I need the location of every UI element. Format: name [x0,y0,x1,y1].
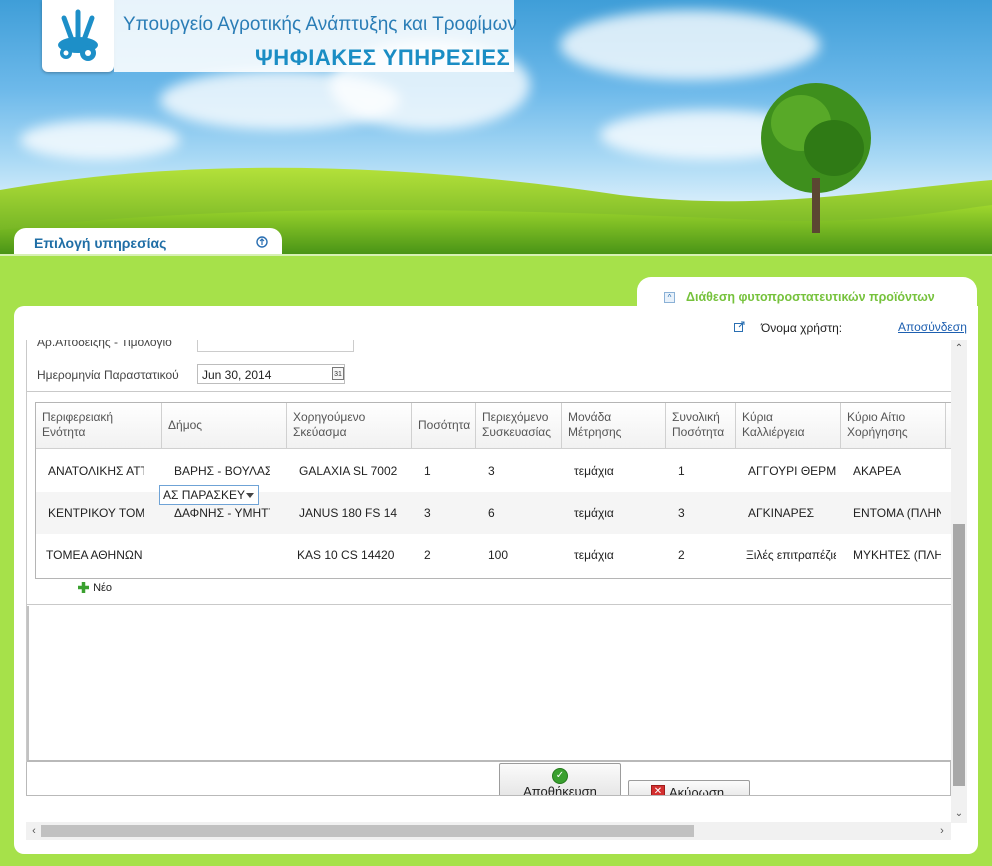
table-cell[interactable]: 6 [476,492,556,534]
calendar-icon[interactable]: 31 [332,367,344,380]
table-cell[interactable]: 1 [666,450,732,492]
grid-header[interactable]: Μονάδα Μέτρησης [562,403,666,449]
separator [27,604,952,605]
plus-icon [78,582,89,593]
grid-header[interactable]: Περιφερειακή Ενότητα [36,403,162,449]
table-cell[interactable]: τεμάχια [562,534,662,576]
scroll-down-icon[interactable]: ⌄ [951,806,967,822]
date-field-label: Ημερομηνία Παραστατικού [37,368,179,382]
scroll-left-icon[interactable]: ‹ [26,822,42,840]
table-cell[interactable]: GALAXIA SL 7002 [287,450,397,492]
table-cell[interactable]: 2 [666,534,732,576]
municipality-dropdown[interactable]: ΑΣ ΠΑΡΑΣΚΕΥ [159,485,259,505]
wheat-tractor-icon [58,9,98,61]
digital-services-title: ΨΗΦΙΑΚΕΣ ΥΠΗΡΕΣΙΕΣ [255,45,511,70]
cloud [560,10,820,80]
add-new-button[interactable]: Νέο [77,581,112,594]
external-link-icon[interactable] [734,321,745,332]
table-cell[interactable]: 1 [412,450,472,492]
document-date-input[interactable]: Jun 30, 2014 [197,364,345,384]
table-cell[interactable]: JANUS 180 FS 14 [287,492,397,534]
table-cell[interactable]: ΤΟΜΕΑ ΑΘΗΝΩΝ [36,534,152,576]
chevron-down-icon[interactable] [246,493,254,498]
table-cell[interactable]: ΑΝΑΤΟΛΙΚΗΣ ΑΤΤ [36,450,144,492]
table-cell[interactable]: ΕΝΤΟΜΑ (ΠΛΗΝ [841,492,941,534]
horizontal-scrollbar-thumb[interactable] [41,825,694,837]
invoice-number-input[interactable] [197,340,354,352]
ministry-title: Υπουργείο Αγροτικής Ανάπτυξης και Τροφίμ… [123,14,517,35]
collapse-panel-icon[interactable]: ^ [664,292,675,303]
table-cell[interactable]: ΚΕΝΤΡΙΚΟΥ ΤΟΜ [36,492,144,534]
ministry-logo[interactable] [42,0,114,72]
form-bottom-border [26,762,951,796]
grid-header[interactable]: Κύριο Αίτιο Χορήγησης [841,403,946,449]
scroll-right-icon[interactable]: › [934,822,950,840]
table-cell[interactable]: ΑΓΚΙΝΑΡΕΣ [736,492,836,534]
table-cell[interactable]: τεμάχια [562,450,662,492]
table-cell[interactable]: 100 [476,534,556,576]
empty-content-area [27,606,952,760]
panel-title: Διάθεση φυτοπροστατευτικών προϊόντων [686,290,935,304]
table-row[interactable]: ΤΟΜΕΑ ΑΘΗΝΩΝ KAS 10 CS 14420 2 100 τεμάχ… [36,534,952,576]
table-cell[interactable]: τεμάχια [562,492,662,534]
partial-field-label: Αρ.Απόδειξης - Τιμολόγιο [37,340,172,349]
grid-header[interactable]: Ποσότητα [412,403,476,449]
service-selection-label[interactable]: Επιλογή υπηρεσίας [34,235,166,251]
table-cell[interactable]: 3 [412,492,472,534]
table-cell[interactable]: 3 [476,450,556,492]
scroll-up-icon[interactable]: ⌃ [951,341,967,357]
collapse-icon[interactable] [256,236,268,248]
username-label: Όνομα χρήστη: [761,321,843,335]
grid-header[interactable]: Περιεχόμενο Συσκευασίας [476,403,562,449]
form-scroll-area[interactable]: Αρ.Απόδειξης - Τιμολόγιο Ημερομηνία Παρα… [26,340,952,796]
grid-header[interactable]: Κύρια Καλλιέργεια [736,403,841,449]
table-cell[interactable]: 2 [412,534,472,576]
add-new-label: Νέο [93,582,113,594]
grid-header[interactable]: Χορηγούμενο Σκεύασμα [287,403,412,449]
separator [27,391,952,392]
grid-header[interactable]: Δήμος [162,403,287,449]
table-cell[interactable]: ΑΓΓΟΥΡΙ ΘΕΡΜΟ [736,450,836,492]
table-cell[interactable]: ΜΥΚΗΤΕΣ (ΠΛΗ [841,534,941,576]
grid-header[interactable]: Συνολική Ποσότητα [666,403,736,449]
table-cell[interactable]: KAS 10 CS 14420 [287,534,397,576]
tree-graphic [761,83,871,233]
header-divider [0,254,992,256]
dropdown-value: ΑΣ ΠΑΡΑΣΚΕΥ [163,488,245,502]
table-cell[interactable]: ΑΚΑΡΕΑ [841,450,941,492]
table-cell[interactable]: 3 [666,492,732,534]
table-cell[interactable]: Ξιλές επιτραπέζιε [736,534,836,576]
vertical-scrollbar-thumb[interactable] [953,524,965,786]
logout-link[interactable]: Αποσύνδεση [898,320,967,334]
